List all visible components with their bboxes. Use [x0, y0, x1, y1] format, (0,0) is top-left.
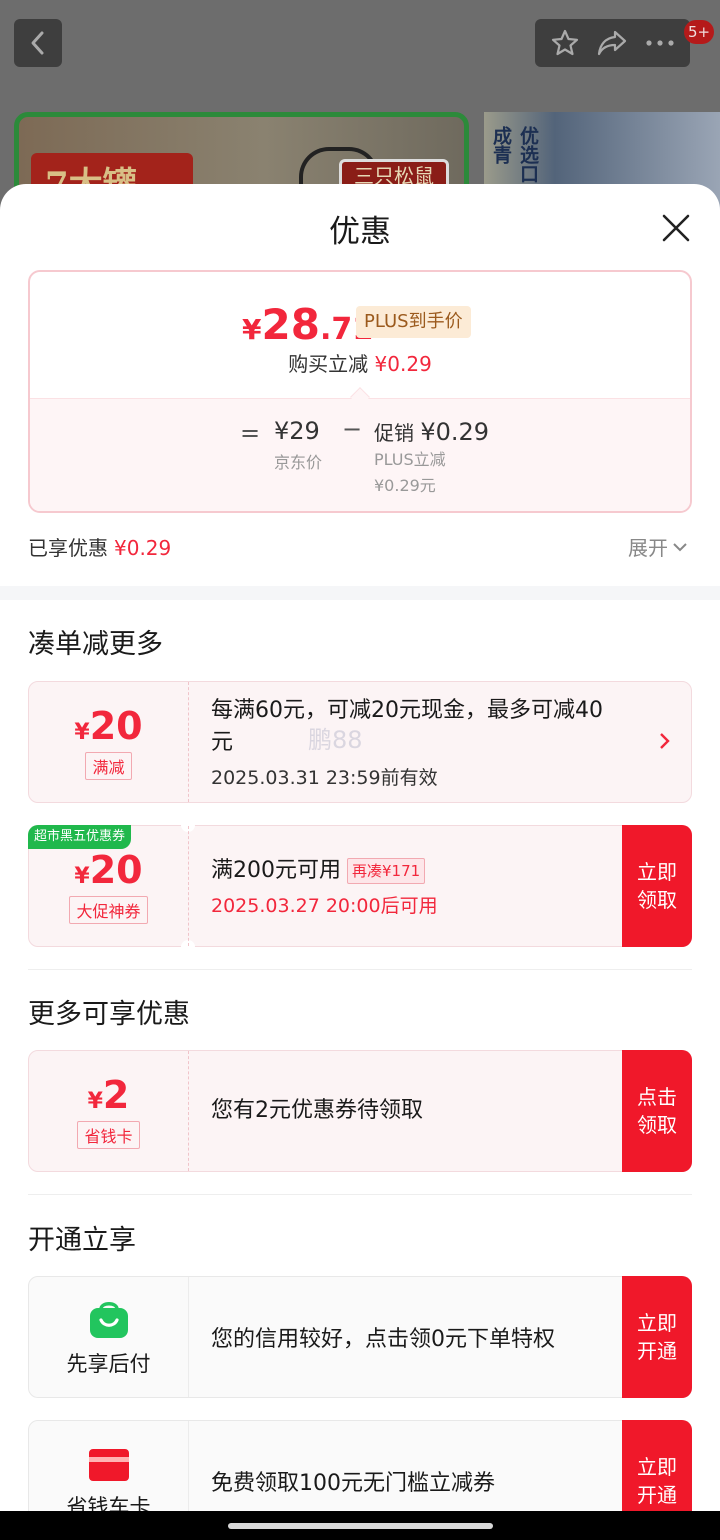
close-button[interactable]	[656, 208, 696, 248]
section-title-more: 凑单减更多	[28, 629, 163, 660]
coupon-big-promo[interactable]: ¥20 大促神券 超市黑五优惠券 满200元可用 再凑¥171 2025.03.2…	[28, 818, 692, 954]
final-price: ¥28.71	[242, 300, 373, 349]
sheet-title: 优惠	[329, 214, 391, 250]
coupon-description: 您有2元优惠券待领取	[211, 1098, 423, 1123]
chevron-down-icon	[673, 542, 687, 551]
coupon-description: 满200元可用	[211, 857, 341, 883]
more-button[interactable]	[640, 23, 680, 63]
service-description: 您的信用较好，点击领0元下单特权	[211, 1327, 555, 1352]
top-action-bar	[535, 19, 690, 67]
claim-saving-card-button[interactable]: 点击领取	[622, 1050, 692, 1172]
add-more-tag: 再凑¥171	[347, 857, 426, 884]
expand-button[interactable]: 展开	[628, 532, 688, 561]
buy-reduce-label: 购买立减	[288, 352, 369, 376]
coupon-currency: ¥	[74, 864, 90, 889]
claim-coupon-button[interactable]: 立即领取	[622, 825, 692, 947]
coupon-value: ¥2 省钱卡	[29, 1051, 189, 1171]
promo-line: 促销 ¥0.29	[374, 417, 489, 446]
section-title-open: 开通立享	[28, 1225, 136, 1256]
jd-price: ¥29 京东价	[274, 417, 322, 473]
activate-button[interactable]: 立即开通	[622, 1276, 692, 1398]
enjoyed-label: 已享优惠	[28, 536, 108, 560]
coupon-validity: 2025.03.31 23:59前有效	[211, 766, 438, 789]
card-icon	[88, 1449, 129, 1481]
coupon-saving-card[interactable]: ¥2 省钱卡 您有2元优惠券待领取 点击领取	[28, 1050, 692, 1172]
section-separator	[28, 969, 692, 970]
chevron-left-icon	[31, 31, 44, 55]
promo-label: 促销	[374, 421, 414, 445]
more-dots-icon	[646, 40, 674, 46]
coupon-amount-number: 2	[102, 1073, 130, 1117]
coupon-type-tag: 满减	[85, 752, 132, 780]
section-separator	[28, 1194, 692, 1195]
coupon-condition: 满200元可用 再凑¥171	[211, 855, 617, 887]
promo-value: ¥0.29	[420, 418, 490, 446]
coupon-currency: ¥	[87, 1089, 103, 1114]
coupon-amount-number: 20	[89, 704, 143, 748]
service-name: 先享后付	[66, 1352, 151, 1376]
promo-sub-value: ¥0.29元	[374, 476, 436, 495]
plus-price-tag: PLUS到手价	[356, 306, 471, 338]
close-icon	[662, 214, 690, 242]
price-summary: ¥28.71 PLUS到手价 购买立减 ¥0.29	[30, 272, 690, 402]
service-brand: 省钱车卡	[29, 1421, 189, 1511]
coupon-type-tag: 大促神券	[69, 896, 148, 924]
buy-reduce-value: ¥0.29	[374, 352, 432, 376]
coupon-currency: ¥	[74, 720, 90, 745]
promo-discount: 促销 ¥0.29 PLUS立减 ¥0.29元	[374, 417, 489, 498]
price-card: ¥28.71 PLUS到手价 购买立减 ¥0.29 = ¥29 京东价 − 促销…	[28, 270, 692, 513]
coupon-body: 您有2元优惠券待领取	[211, 1051, 617, 1171]
favorite-button[interactable]	[545, 23, 585, 63]
jd-price-value: ¥29	[274, 417, 320, 445]
coupon-description: 每满60元，可减20元现金，最多可减40元	[211, 697, 603, 755]
coupon-validity: 2025.03.27 20:00后可用	[211, 894, 438, 917]
star-icon	[551, 29, 578, 56]
section-divider	[0, 586, 720, 600]
enjoyed-discount: 已享优惠 ¥0.29	[28, 532, 171, 561]
equals-sign: =	[240, 419, 261, 447]
home-indicator[interactable]	[228, 1523, 493, 1529]
service-pay-later[interactable]: 先享后付 您的信用较好，点击领0元下单特权 立即开通	[28, 1276, 692, 1398]
coupon-amount: ¥20	[74, 848, 142, 892]
price-breakdown: = ¥29 京东价 − 促销 ¥0.29 PLUS立减 ¥0.29元	[30, 398, 690, 511]
enjoyed-value: ¥0.29	[114, 536, 172, 560]
coupon-value: ¥20 满减	[29, 682, 189, 802]
expand-label: 展开	[628, 536, 668, 560]
buy-reduce-line: 购买立减 ¥0.29	[30, 348, 690, 377]
price-integer: 28	[261, 300, 320, 349]
coupon-amount-number: 20	[89, 848, 143, 892]
supermarket-coupon-badge: 超市黑五优惠券	[28, 825, 132, 849]
watermark: 鹏88	[308, 726, 363, 754]
jd-price-label: 京东价	[274, 453, 323, 472]
coupon-amount: ¥20	[74, 704, 142, 748]
coupon-amount: ¥2	[88, 1073, 130, 1117]
activate-button[interactable]: 立即开通	[622, 1420, 692, 1511]
price-currency: ¥	[242, 313, 262, 346]
service-description: 免费领取100元无门槛立减券	[211, 1471, 495, 1496]
coupon-body: 满200元可用 再凑¥171 2025.03.27 20:00后可用	[211, 826, 617, 946]
chevron-right-icon	[660, 733, 670, 749]
service-name: 省钱车卡	[66, 1495, 151, 1511]
promo-sub-label: PLUS立减	[374, 450, 446, 469]
coupon-type-tag: 省钱卡	[77, 1121, 140, 1149]
share-icon	[598, 30, 627, 56]
service-brand: 先享后付	[29, 1277, 189, 1397]
back-button[interactable]	[14, 19, 62, 67]
minus-sign: −	[342, 415, 363, 443]
sheet-header: 优惠	[0, 184, 720, 270]
message-count-badge: 5+	[684, 20, 715, 44]
shopping-bag-icon	[89, 1302, 128, 1338]
coupon-body: 每满60元，可减20元现金，最多可减40元 2025.03.31 23:59前有…	[211, 682, 617, 802]
discount-sheet: 优惠 ¥28.71 PLUS到手价 购买立减 ¥0.29 = ¥29 京东价 −	[0, 184, 720, 1511]
share-button[interactable]	[592, 23, 632, 63]
section-title-extra: 更多可享优惠	[28, 999, 190, 1030]
service-car-card[interactable]: 省钱车卡 免费领取100元无门槛立减券 立即开通	[28, 1420, 692, 1511]
